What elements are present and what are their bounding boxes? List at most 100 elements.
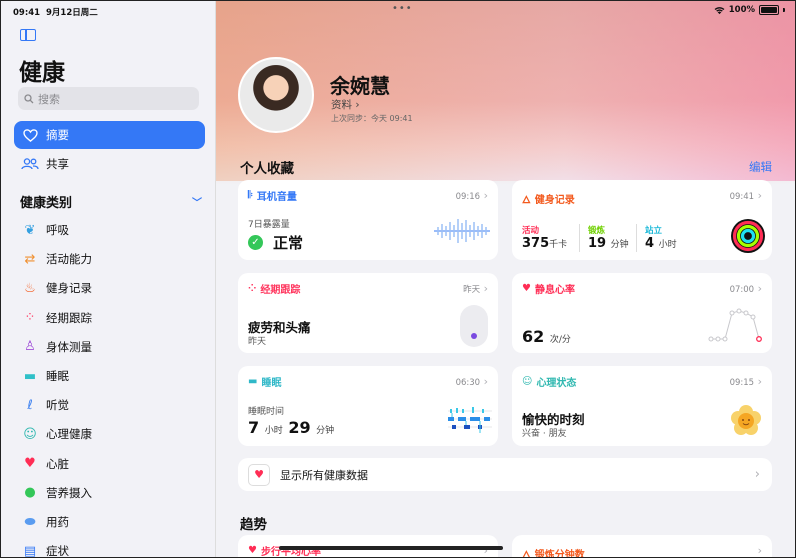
sidebar-item-ear[interactable]: ℓ 听觉	[14, 391, 205, 419]
sleep-stages-chart	[448, 407, 492, 433]
sidebar-item-sharing[interactable]: 共享	[14, 150, 205, 178]
status-time: 09:41 9月12日周二	[13, 8, 98, 18]
sidebar-item-label: 身体测量	[46, 339, 92, 354]
exercise-label: 锻炼	[588, 226, 606, 236]
chevron-down-icon: ﹀	[192, 198, 202, 209]
apple-icon: ●	[24, 485, 36, 501]
card-time: 07:00	[730, 282, 762, 295]
sidebar-item-label: 睡眠	[46, 369, 69, 383]
flame-icon: 🜂	[522, 195, 531, 206]
sidebar-item-label: 共享	[46, 157, 69, 171]
profile-name: 余婉慧	[330, 74, 390, 98]
sidebar-item-bed[interactable]: ▬ 睡眠	[14, 362, 205, 390]
sleep-card[interactable]: ▬睡眠 06:30 睡眠时间 7 小时 29 分钟	[238, 366, 498, 446]
card-time: 09:16	[456, 189, 488, 202]
sidebar-item-label: 呼吸	[46, 223, 69, 237]
cycle-tracking-card[interactable]: ⁘经期跟踪 昨天 疲劳和头痛 昨天	[238, 273, 498, 353]
stand-value: 4 小时	[645, 236, 677, 251]
sidebar-item-label: 症状	[46, 544, 69, 558]
card-time	[758, 544, 762, 557]
mood-tags: 兴奋 · 朋友	[522, 429, 567, 439]
battery-percent: 100%	[728, 5, 755, 15]
chevron-right-icon: ›	[754, 467, 760, 482]
flame-icon: ♨	[24, 280, 36, 296]
exercise-value: 19 分钟	[588, 236, 629, 251]
sidebar-item-summary[interactable]: 摘要	[14, 121, 205, 149]
multitask-dots-icon[interactable]: •••	[392, 3, 413, 14]
head-mind-icon: ☺	[23, 426, 37, 442]
heart-icon: ♥	[522, 283, 531, 294]
sidebar-item-label: 听觉	[46, 398, 69, 413]
lungs-icon: ❦	[24, 222, 36, 238]
cycle-indicator	[460, 305, 488, 347]
card-title: 🜂 健身记录	[522, 188, 575, 209]
card-title: ☺ 心理状态	[522, 376, 577, 389]
card-time: 09:41	[730, 189, 762, 202]
health-categories-header[interactable]: 健康类别 ﹀	[20, 192, 202, 211]
sidebar-item-apple[interactable]: ● 营养摄入	[14, 479, 205, 507]
card-time: 06:30	[456, 375, 488, 388]
heart-rate-sparkline	[708, 308, 762, 342]
sidebar-item-pills[interactable]: ⬬ 用药	[14, 508, 205, 536]
heart-rate-value: 62 次/分	[522, 327, 571, 346]
move-label: 活动	[522, 226, 540, 236]
cycle-dots-icon: ⁘	[248, 283, 257, 294]
sidebar-item-person-figure[interactable]: ♙ 身体测量	[14, 333, 205, 361]
resting-heart-rate-card[interactable]: ♥静息心率 07:00 62 次/分	[512, 273, 772, 353]
main-content: 余婉慧 资料 › 上次同步：今天 09:41 个人收藏 编辑 𝄆 耳机音量 09:…	[216, 1, 795, 558]
sidebar-item-label: 经期跟踪	[46, 310, 92, 325]
card-title: ⁘ 经期跟踪	[248, 283, 301, 296]
categories-label: 健康类别	[20, 196, 73, 211]
check-circle-icon: ✓	[248, 235, 263, 250]
sidebar-item-label: 摘要	[46, 128, 69, 142]
profile-link[interactable]: 资料 ›	[331, 97, 360, 112]
avatar[interactable]	[238, 57, 314, 133]
sidebar-item-arrows[interactable]: ⇄ 活动能力	[14, 245, 205, 273]
arrows-icon: ⇄	[24, 251, 36, 267]
mood-flower-icon	[731, 405, 761, 435]
trends-title: 趋势	[240, 517, 267, 533]
status-bar: 09:41 9月12日周二 ••• 100%	[1, 1, 795, 21]
pills-icon: ⬬	[24, 514, 36, 530]
cycle-dots-icon: ⁘	[24, 310, 36, 326]
sidebar-item-label: 用药	[46, 515, 69, 529]
state-of-mind-card[interactable]: ☺心理状态 09:15 愉快的时刻 兴奋 · 朋友	[512, 366, 772, 446]
home-indicator	[279, 546, 503, 550]
person-figure-icon: ♙	[24, 339, 36, 355]
exposure-value: ✓ 正常	[248, 232, 303, 253]
heart-outline-icon	[22, 128, 38, 142]
people-icon	[21, 158, 39, 170]
headphone-audio-card[interactable]: 𝄆耳机音量 09:16 7日暴露量 ✓ 正常	[238, 180, 498, 260]
symptom-date: 昨天	[248, 337, 267, 347]
audio-level-sparkline	[434, 219, 490, 243]
last-sync-text: 上次同步：今天 09:41	[331, 114, 413, 123]
flame-icon: 🜂	[522, 550, 531, 558]
sidebar: 健康 搜索 摘要 共享 健康类别 ﹀ ❦ 呼吸 ⇄ 活动能力 ♨ 健身记录 ⁘ 经期跟踪 ♙ 身体…	[1, 1, 216, 558]
search-input[interactable]: 搜索	[18, 87, 199, 110]
exposure-label: 7日暴露量	[248, 220, 290, 230]
sidebar-item-head-mind[interactable]: ☺ 心理健康	[14, 420, 205, 448]
sleep-label: 睡眠时间	[248, 407, 285, 417]
sleep-duration: 7 小时 29 分钟	[248, 418, 335, 437]
show-all-health-data-button[interactable]: ♥ 显示所有健康数据 ›	[238, 458, 772, 491]
card-time: 09:15	[730, 375, 762, 388]
bed-icon: ▬	[248, 376, 258, 387]
activity-rings-card[interactable]: 🜂健身记录 09:41 活动 375千卡 锻炼 19 分钟 站立 4 小时	[512, 180, 772, 260]
card-time: 昨天	[463, 282, 488, 295]
sidebar-toggle-icon[interactable]	[20, 29, 36, 41]
sidebar-item-heart[interactable]: ♥ 心脏	[14, 450, 205, 478]
card-title: ♥ 静息心率	[522, 283, 575, 296]
trend-exercise-minutes-card[interactable]: 🜂 锻炼分钟数	[512, 535, 772, 558]
edit-button[interactable]: 编辑	[749, 159, 772, 175]
heart-square-icon: ♥	[248, 463, 270, 486]
sidebar-item-cycle-dots[interactable]: ⁘ 经期跟踪	[14, 304, 205, 332]
favorites-title: 个人收藏	[240, 161, 294, 177]
search-placeholder: 搜索	[38, 92, 60, 106]
sidebar-item-lungs[interactable]: ❦ 呼吸	[14, 216, 205, 244]
bed-icon: ▬	[23, 368, 37, 384]
sidebar-item-label: 心脏	[46, 456, 69, 471]
search-icon	[24, 93, 34, 103]
status-right: 100%	[714, 5, 785, 15]
sidebar-item-clipboard[interactable]: ▤ 症状	[14, 537, 205, 558]
sidebar-item-flame[interactable]: ♨ 健身记录	[14, 274, 205, 302]
